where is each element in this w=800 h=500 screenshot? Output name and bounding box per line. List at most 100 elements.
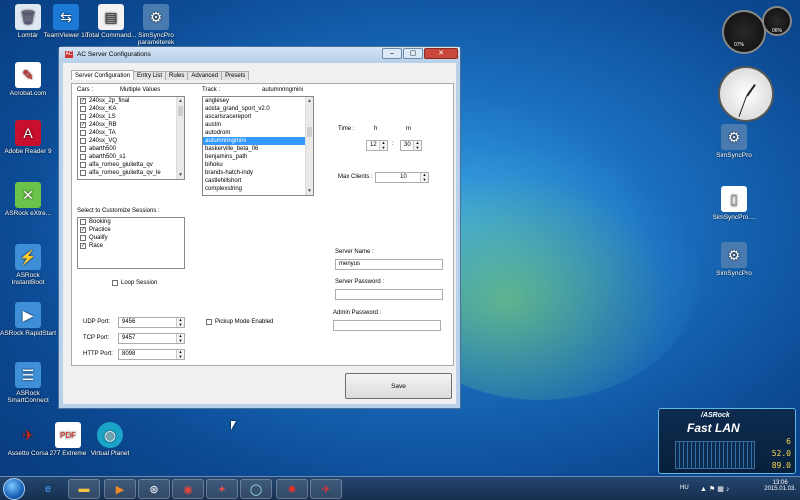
list-item[interactable]: ✓ Race <box>78 242 184 250</box>
start-button[interactable] <box>3 478 25 500</box>
list-item-selected[interactable]: autumnringmini <box>203 137 313 145</box>
tray-arrow-icon[interactable]: ▲ <box>700 486 709 493</box>
circle-app-icon[interactable]: ◯ <box>240 479 272 499</box>
explorer-folder-icon[interactable]: ▬ <box>68 479 100 499</box>
red-app-icon[interactable]: ✸ <box>276 479 308 499</box>
max-clients-stepper[interactable]: 10 ▲ ▼ <box>375 172 429 183</box>
scroll-up-icon[interactable]: ▲ <box>177 97 184 105</box>
flag-icon[interactable]: ⚑ <box>709 486 717 493</box>
list-item[interactable]: ascarisracereport <box>203 113 313 121</box>
list-item[interactable]: anglesey <box>203 97 313 105</box>
stepper-arrows-icon[interactable]: ▲ ▼ <box>379 140 387 150</box>
list-item[interactable]: ✓ 240sx_RB <box>78 121 184 129</box>
loop-session-checkbox[interactable]: Loop Session <box>112 280 157 286</box>
time-minutes-stepper[interactable]: 30 ▲ ▼ <box>400 140 422 151</box>
scroll-down-icon[interactable]: ▼ <box>306 187 313 195</box>
tab-entry-list[interactable]: Entry List <box>133 71 167 80</box>
scroll-down-icon[interactable]: ▼ <box>177 171 184 179</box>
sessions-list[interactable]: Booking ✓ Practice Qualify ✓ Race <box>77 217 185 269</box>
list-item[interactable]: Qualify <box>78 234 184 242</box>
checkbox[interactable] <box>80 114 86 120</box>
desktop-icon-asrock-smartconnect[interactable]: ☰ ASRock SmartConnect <box>0 362 56 404</box>
desktop-icon-simsyncpro-2[interactable]: ⚙ SimSyncPro <box>706 242 762 277</box>
checkbox[interactable] <box>80 154 86 160</box>
scroll-thumb[interactable] <box>307 127 312 137</box>
stepper-arrows-icon[interactable]: ▲ ▼ <box>413 140 421 150</box>
fast-lan-gadget[interactable]: /ASRock Fast LAN 6 52.0 89.0 <box>658 408 796 474</box>
list-item[interactable]: abarth500_s1 <box>78 153 184 161</box>
tab-presets[interactable]: Presets <box>221 71 250 80</box>
list-item[interactable]: complexstring <box>203 185 313 193</box>
list-item[interactable]: aosta_grand_sport_v2.0 <box>203 105 313 113</box>
checkbox[interactable]: ✓ <box>80 227 86 233</box>
checkbox[interactable] <box>80 146 86 152</box>
desktop-icon-virtual-planet[interactable]: ◍ Virtual Planet <box>82 422 138 457</box>
time-hours-stepper[interactable]: 12 ▲ ▼ <box>366 140 388 151</box>
steam-icon[interactable]: ⊛ <box>138 479 170 499</box>
stepper-arrows-icon[interactable]: ▲ ▼ <box>176 333 184 343</box>
cars-scrollbar[interactable]: ▲ ▼ <box>176 97 184 179</box>
checkbox[interactable] <box>206 319 212 325</box>
volume-icon[interactable]: ♪ <box>726 486 732 493</box>
checkbox[interactable]: ✓ <box>80 122 86 128</box>
checkbox[interactable]: ✓ <box>80 98 86 104</box>
ac-server-config-window[interactable]: AC AC Server Configurations – ▢ ✕ Server… <box>58 46 461 409</box>
tab-server-configuration[interactable]: Server Configuration <box>71 70 135 80</box>
list-item[interactable]: 240sx_LS <box>78 113 184 121</box>
pickup-mode-checkbox[interactable]: Pickup Mode Enabled <box>206 319 273 325</box>
list-item[interactable]: ✓ 240sx_2p_final <box>78 97 184 105</box>
stepper-arrows-icon[interactable]: ▲ ▼ <box>176 349 184 359</box>
checkbox[interactable] <box>80 170 86 176</box>
scroll-up-icon[interactable]: ▲ <box>306 97 313 105</box>
tab-advanced[interactable]: Advanced <box>187 71 223 80</box>
checkbox[interactable] <box>80 235 86 241</box>
list-item[interactable]: brands-hatch-indy <box>203 169 313 177</box>
list-item[interactable]: bihoku <box>203 161 313 169</box>
list-item[interactable]: austin <box>203 121 313 129</box>
list-item[interactable]: alfa_romeo_giulietta_qv <box>78 161 184 169</box>
checkbox[interactable] <box>80 219 86 225</box>
list-item[interactable]: autodrom <box>203 129 313 137</box>
list-item[interactable]: abarth500 <box>78 145 184 153</box>
cars-list[interactable]: ✓ 240sx_2p_final 240sx_KA 240sx_LS ✓ 240sx… <box>77 96 185 180</box>
clock-gadget[interactable] <box>718 66 774 122</box>
maximize-button[interactable]: ▢ <box>403 48 423 59</box>
tab-rules[interactable]: Rules <box>165 71 189 80</box>
checkbox[interactable] <box>112 280 118 286</box>
scroll-thumb[interactable] <box>178 106 183 116</box>
checkbox[interactable] <box>80 130 86 136</box>
desktop-icon-asrock-instantboot[interactable]: ⚡ ASRock InstantBoot <box>0 244 56 286</box>
track-scrollbar[interactable]: ▲ ▼ <box>305 97 313 195</box>
list-item[interactable]: castlehillshort <box>203 177 313 185</box>
save-button[interactable]: Save <box>345 373 452 399</box>
list-item[interactable]: ✓ Practice <box>78 226 184 234</box>
internet-explorer-icon[interactable]: e <box>32 479 64 499</box>
checkbox[interactable] <box>80 138 86 144</box>
track-list[interactable]: anglesey aosta_grand_sport_v2.0 ascarisr… <box>202 96 314 196</box>
network-icon[interactable]: ▦ <box>717 486 726 493</box>
desktop-icon-adobe-reader[interactable]: A Adobe Reader 9 <box>0 120 56 155</box>
media-player-icon[interactable]: ▶ <box>104 479 136 499</box>
server-password-input[interactable] <box>335 289 443 300</box>
list-item[interactable]: benjamins_path <box>203 153 313 161</box>
clock[interactable]: 13:06 2015.01.03. <box>764 480 796 492</box>
checkbox[interactable]: ✓ <box>80 243 86 249</box>
list-item[interactable]: alfa_romeo_giulietta_qv_le <box>78 169 184 177</box>
desktop-icon-simsyncpro-file[interactable]: ▯ SimSyncPro.... <box>706 186 762 221</box>
list-item[interactable]: baskerville_beta_06 <box>203 145 313 153</box>
list-item[interactable]: 240sx_KA <box>78 105 184 113</box>
list-item[interactable]: 240sx_VQ <box>78 137 184 145</box>
admin-password-input[interactable] <box>333 320 441 331</box>
list-item[interactable]: Booking <box>78 218 184 226</box>
stepper-arrows-icon[interactable]: ▲ ▼ <box>176 317 184 327</box>
http-port-stepper[interactable]: 8098 ▲ ▼ <box>118 349 185 360</box>
language-indicator[interactable]: HU <box>680 485 689 491</box>
udp-port-stepper[interactable]: 9456 ▲ ▼ <box>118 317 185 328</box>
desktop-icon-asrock-extreme[interactable]: ✕ ASRock eXtre... <box>0 182 56 217</box>
close-button[interactable]: ✕ <box>424 48 458 59</box>
cpu-meter-gadget[interactable]: 07% 06% <box>720 6 792 58</box>
desktop-icon-simsyncpro-params[interactable]: ⚙ SimSyncPro paraméterek <box>128 4 184 46</box>
chrome-icon[interactable]: ◉ <box>172 479 204 499</box>
desktop-icon-simsyncpro[interactable]: ⚙ SimSyncPro <box>706 124 762 159</box>
list-item[interactable]: 240sx_TA <box>78 129 184 137</box>
